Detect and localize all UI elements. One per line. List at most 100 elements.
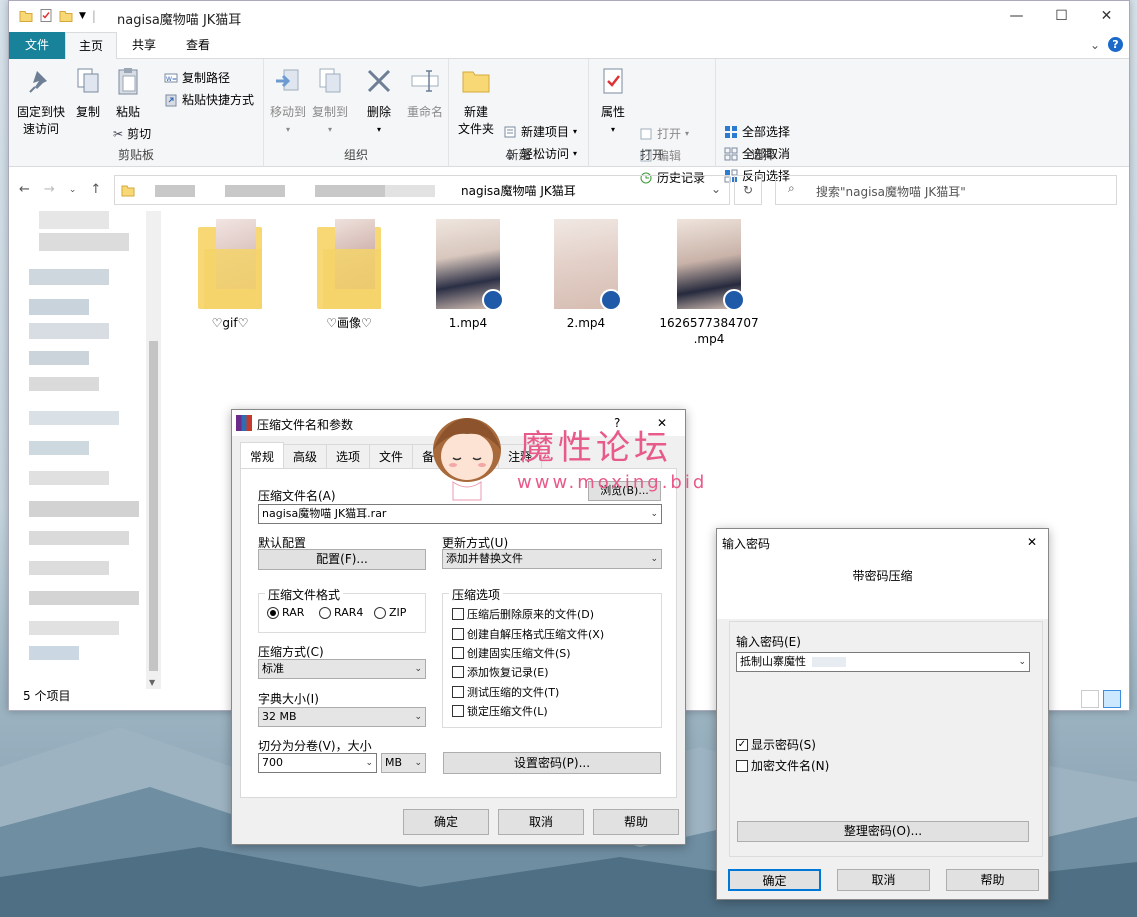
chevron-down-icon[interactable]: ▼ xyxy=(79,11,86,21)
large-icons-view-icon[interactable] xyxy=(1103,690,1121,708)
show-password-checkbox[interactable]: ✓ 显示密码(S) xyxy=(736,736,816,753)
chevron-down-icon[interactable]: ⌄ xyxy=(1090,38,1100,52)
tab-share[interactable]: 共享 xyxy=(119,32,169,59)
maximize-button[interactable]: ☐ xyxy=(1039,1,1084,32)
paste-shortcut-button[interactable]: 粘贴快捷方式 xyxy=(164,91,254,108)
dict-select[interactable]: 32 MB ⌄ xyxy=(258,707,426,727)
quick-access-toolbar: ▼ | xyxy=(19,8,96,23)
option-sfx[interactable]: 创建自解压格式压缩文件(X) xyxy=(452,626,604,642)
folder-item[interactable]: ♡gif♡ xyxy=(186,219,274,331)
method-select[interactable]: 标准 ⌄ xyxy=(258,659,426,679)
password-input[interactable]: 抵制山寨魔性 ⌄ xyxy=(736,652,1030,672)
new-item-button[interactable]: 新建项目 ▾ xyxy=(503,123,577,140)
copy-to-button[interactable]: 复制到 ▾ xyxy=(310,65,350,138)
tab-files[interactable]: 文件 xyxy=(369,444,414,468)
password-ok-button[interactable]: 确定 xyxy=(728,869,821,891)
tab-file[interactable]: 文件 xyxy=(9,32,65,59)
option-recovery[interactable]: 添加恢复记录(E) xyxy=(452,664,549,680)
nav-scrollbar[interactable]: ▼ xyxy=(146,211,161,689)
chevron-down-icon[interactable]: ⌄ xyxy=(1018,653,1026,671)
file-name-line2: .mp4 xyxy=(693,332,725,346)
password-blurred xyxy=(811,657,846,667)
back-arrow-icon[interactable]: ← xyxy=(19,182,30,197)
password-help-button[interactable]: 帮助 xyxy=(946,869,1039,891)
rename-button[interactable]: 重命名 xyxy=(404,65,446,121)
tab-home[interactable]: 主页 xyxy=(65,32,117,60)
video-item[interactable]: 2.mp4 xyxy=(542,219,630,331)
video-thumbnail xyxy=(677,219,745,311)
refresh-button[interactable]: ↻ xyxy=(734,175,762,205)
option-solid[interactable]: 创建固实压缩文件(S) xyxy=(452,645,571,661)
cut-button[interactable]: ✂ 剪切 xyxy=(113,125,151,142)
ribbon: 固定到快 速访问 复制 粘贴 W= 复制路径 粘贴快捷方式 ✂ 剪切 剪贴板 移… xyxy=(9,59,1129,185)
update-mode-value: 添加并替换文件 xyxy=(446,552,523,565)
profiles-button[interactable]: 配置(F)... xyxy=(258,549,426,570)
video-item[interactable]: 1.mp4 xyxy=(424,219,512,331)
chevron-down-icon: ⌄ xyxy=(414,664,422,674)
encrypt-filenames-checkbox[interactable]: 加密文件名(N) xyxy=(736,757,829,774)
password-close-button[interactable]: ✕ xyxy=(1027,535,1037,549)
format-zip-radio[interactable]: ZIP xyxy=(374,606,406,619)
help-button[interactable]: 帮助 xyxy=(593,809,679,835)
ok-button[interactable]: 确定 xyxy=(403,809,489,835)
video-badge-icon xyxy=(600,289,622,311)
split-unit-select[interactable]: MB ⌄ xyxy=(381,753,426,773)
organize-group: 移动到 ▾ 复制到 ▾ 删除 ▾ 重命名 组织 xyxy=(264,59,449,167)
option-delete-after[interactable]: 压缩后删除原来的文件(D) xyxy=(452,606,594,622)
file-name-line1: 1626577384707 xyxy=(659,316,759,330)
breadcrumb-current[interactable]: nagisa魔物喵 JK猫耳 xyxy=(461,182,576,199)
copy-button[interactable]: 复制 xyxy=(71,65,105,121)
title-bar: ▼ | nagisa魔物喵 JK猫耳 — ☐ ✕ xyxy=(9,1,1129,32)
folder-item[interactable]: ♡画像♡ xyxy=(305,219,393,331)
format-rar4-radio[interactable]: RAR4 xyxy=(319,606,363,619)
scrollbar-thumb[interactable] xyxy=(149,341,158,671)
copy-path-button[interactable]: W= 复制路径 xyxy=(164,69,230,86)
minimize-button[interactable]: — xyxy=(994,1,1039,32)
update-mode-select[interactable]: 添加并替换文件 ⌄ xyxy=(442,549,662,569)
tab-general[interactable]: 常规 xyxy=(240,442,285,468)
password-heading: 带密码压缩 xyxy=(852,569,913,583)
new-folder-icon[interactable] xyxy=(59,8,73,23)
new-group-label: 新建 xyxy=(506,148,531,162)
pin-quick-access-button[interactable]: 固定到快 速访问 xyxy=(13,65,69,138)
open-button[interactable]: 打开 ▾ xyxy=(639,125,689,142)
properties-button[interactable]: 属性 ▾ xyxy=(593,65,633,138)
enter-password-label: 输入密码(E) xyxy=(736,635,801,649)
search-box[interactable]: ⌕ 搜索"nagisa魔物喵 JK猫耳" xyxy=(775,175,1117,205)
file-name: ♡画像♡ xyxy=(326,316,372,330)
organize-group-label: 组织 xyxy=(343,148,368,162)
tab-advanced[interactable]: 高级 xyxy=(283,444,328,468)
select-all-button[interactable]: 全部选择 xyxy=(724,123,790,140)
chevron-down-icon[interactable]: ⌄ xyxy=(365,754,373,772)
password-header: 带密码压缩 xyxy=(717,555,1048,619)
set-password-button[interactable]: 设置密码(P)... xyxy=(443,752,661,774)
clipboard-group-label: 剪贴板 xyxy=(117,148,154,162)
help-icon[interactable]: ? xyxy=(1108,37,1123,52)
close-button[interactable]: ✕ xyxy=(1084,1,1129,32)
video-item[interactable]: 1626577384707 .mp4 xyxy=(659,219,759,347)
cancel-button[interactable]: 取消 xyxy=(498,809,584,835)
select-group-label: 选择 xyxy=(750,148,775,162)
move-to-button[interactable]: 移动到 ▾ xyxy=(268,65,308,138)
tab-view[interactable]: 查看 xyxy=(173,32,223,59)
address-bar[interactable]: nagisa魔物喵 JK猫耳 ⌄ xyxy=(114,175,730,205)
up-arrow-icon[interactable]: ↑ xyxy=(90,182,101,197)
option-lock[interactable]: 锁定压缩文件(L) xyxy=(452,703,548,719)
paste-button[interactable]: 粘贴 xyxy=(111,65,145,121)
recent-chevron-icon[interactable]: ⌄ xyxy=(69,182,77,197)
forward-arrow-icon[interactable]: → xyxy=(44,182,55,197)
new-folder-label-2: 文件夹 xyxy=(457,122,494,136)
scroll-down-icon[interactable]: ▼ xyxy=(149,678,155,687)
format-rar4-label: RAR4 xyxy=(334,606,364,619)
tab-options[interactable]: 选项 xyxy=(326,444,371,468)
new-folder-button[interactable]: 新建 文件夹 xyxy=(453,65,499,138)
organize-passwords-button[interactable]: 整理密码(O)... xyxy=(737,821,1029,842)
password-cancel-button[interactable]: 取消 xyxy=(837,869,930,891)
chevron-down-icon[interactable]: ⌄ xyxy=(711,182,721,196)
details-view-icon[interactable] xyxy=(1081,690,1099,708)
option-test[interactable]: 测试压缩的文件(T) xyxy=(452,684,559,700)
properties-icon[interactable] xyxy=(39,8,53,23)
delete-button[interactable]: 删除 ▾ xyxy=(362,65,396,138)
format-rar-radio[interactable]: RAR xyxy=(267,606,304,619)
split-size-input[interactable]: 700 ⌄ xyxy=(258,753,377,773)
